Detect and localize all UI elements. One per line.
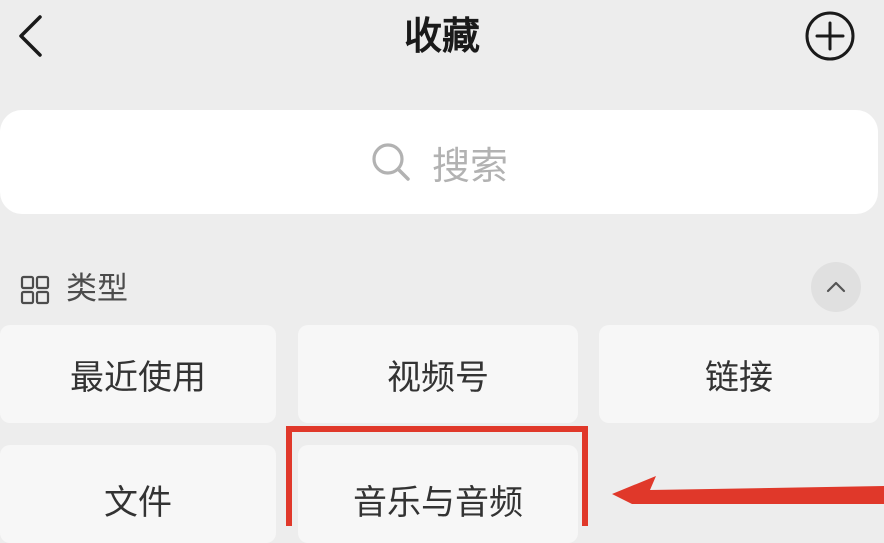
add-button[interactable] xyxy=(803,9,857,63)
chevron-up-icon xyxy=(826,281,846,293)
category-label: 最近使用 xyxy=(70,357,206,398)
category-links[interactable]: 链接 xyxy=(599,325,879,423)
grid-icon xyxy=(20,275,50,305)
search-input[interactable]: 搜索 xyxy=(0,110,878,214)
search-placeholder-group: 搜索 xyxy=(370,135,508,190)
plus-circle-icon xyxy=(805,11,855,61)
category-label: 视频号 xyxy=(387,357,489,398)
search-placeholder: 搜索 xyxy=(431,143,508,188)
search-icon xyxy=(372,143,410,181)
category-label: 文件 xyxy=(104,483,172,523)
collapse-button[interactable] xyxy=(811,262,861,312)
top-nav-bar: 收藏 xyxy=(0,0,884,80)
category-channels[interactable]: 视频号 xyxy=(298,325,578,423)
category-section-header: 类型 xyxy=(0,258,884,320)
page-title: 收藏 xyxy=(403,14,480,58)
category-music-audio[interactable]: 音乐与音频 xyxy=(298,445,578,543)
category-files[interactable]: 文件 xyxy=(0,445,276,543)
category-label: 链接 xyxy=(705,357,773,398)
category-label: 音乐与音频 xyxy=(353,483,523,523)
category-recent[interactable]: 最近使用 xyxy=(0,325,276,423)
arrow-annotation-icon xyxy=(612,476,884,504)
section-title: 类型 xyxy=(66,271,128,307)
